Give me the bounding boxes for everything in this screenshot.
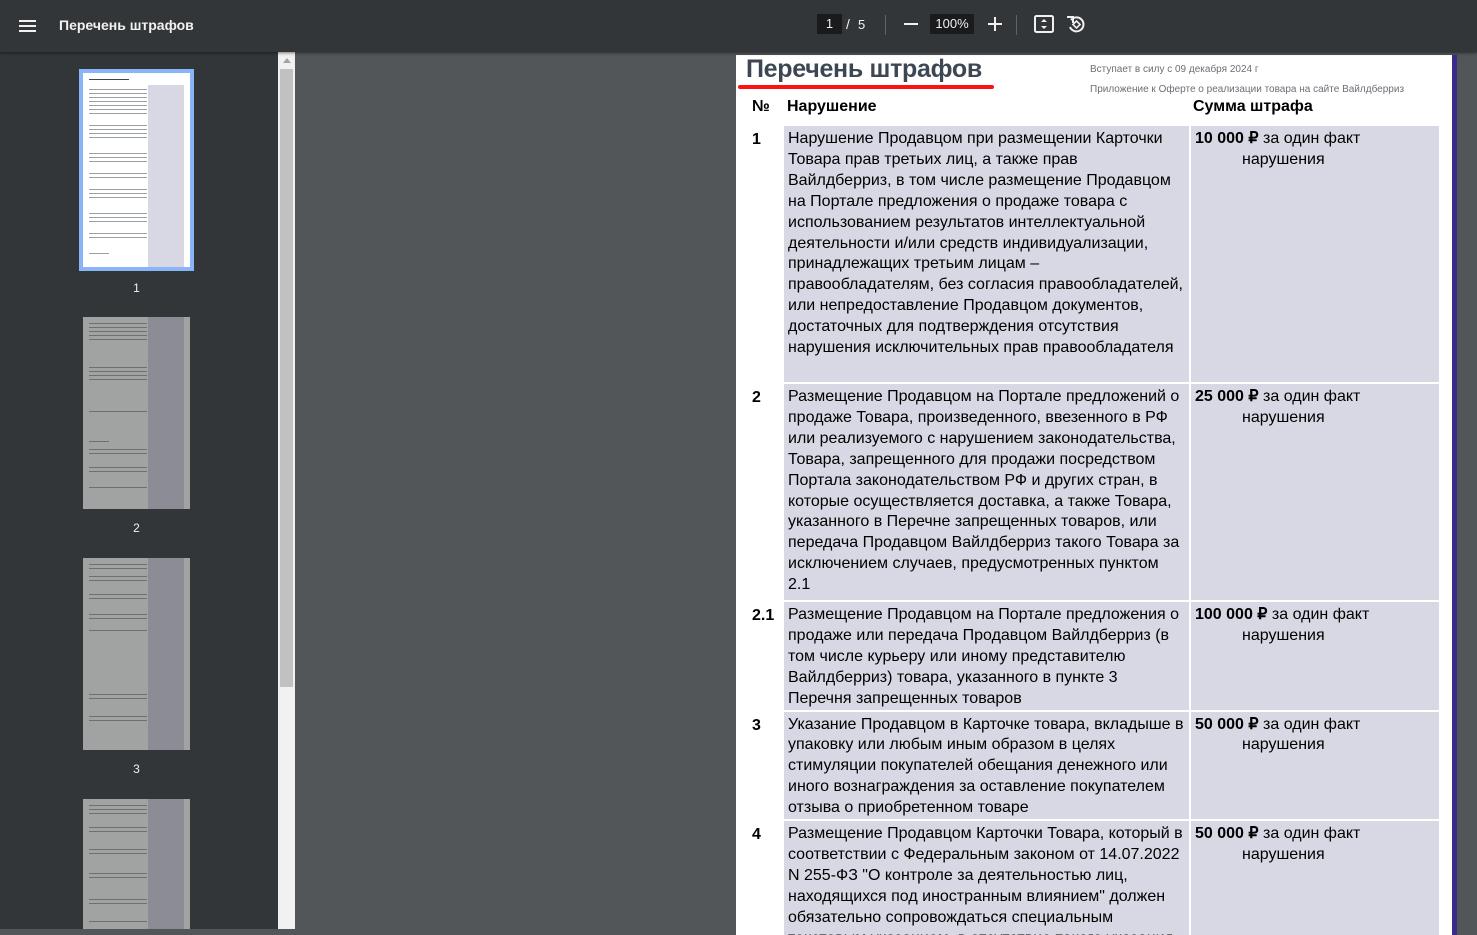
- row-amount-tail: за один факт: [1263, 825, 1361, 843]
- document-title: Перечень штрафов: [59, 17, 194, 33]
- row-amount-tail2: нарушения: [1242, 626, 1325, 644]
- page-separator: /: [846, 16, 850, 32]
- row-violation: Размещение Продавцом на Портале предложе…: [784, 384, 1189, 600]
- thumbnail-page-3[interactable]: 3: [83, 558, 190, 776]
- thumbnail-page-1[interactable]: 1: [79, 69, 194, 295]
- row-amount-tail: за один факт: [1263, 130, 1361, 147]
- row-violation: Указание Продавцом в Карточке товара, вк…: [784, 711, 1189, 820]
- document-page: Перечень штрафов Вступает в силу с 09 де…: [736, 55, 1454, 935]
- rotate-icon[interactable]: [1064, 12, 1088, 36]
- column-header-violation: Нарушение: [787, 98, 877, 115]
- sidebar-scrollbar[interactable]: [278, 52, 295, 929]
- row-amount-cell: 50 000 ₽ за один факт нарушения: [1189, 821, 1439, 935]
- row-amount-tail: за один факт: [1271, 606, 1370, 623]
- row-number: 4: [752, 826, 761, 844]
- row-amount-cell: 50 000 ₽ за один факт нарушения: [1189, 711, 1439, 820]
- table-row: 2.1 Размещение Продавцом на Портале пред…: [746, 602, 1439, 710]
- thumbnail-label: 3: [133, 762, 140, 776]
- thumbnail-image[interactable]: [83, 317, 190, 509]
- row-amount-tail2: нарушения: [1242, 845, 1325, 863]
- row-number: 2.1: [752, 607, 775, 624]
- table-row: 3 Указание Продавцом в Карточке товара, …: [746, 711, 1439, 820]
- row-number: 2: [752, 389, 761, 406]
- effective-date: Вступает в силу с 09 декабря 2024 г: [1090, 64, 1259, 75]
- page-number-input[interactable]: 1: [817, 14, 842, 34]
- page-edge: [1452, 55, 1457, 935]
- row-amount: 50 000 ₽: [1195, 825, 1259, 843]
- row-amount-tail2: нарушения: [1242, 736, 1325, 754]
- row-amount-tail: за один факт: [1263, 715, 1361, 733]
- table-row: 2 Размещение Продавцом на Портале предло…: [746, 384, 1439, 600]
- row-amount: 25 000 ₽: [1195, 388, 1259, 405]
- toolbar-divider: [885, 15, 886, 35]
- row-amount-tail2: нарушения: [1242, 150, 1325, 168]
- row-amount: 100 000 ₽: [1195, 606, 1268, 623]
- row-violation: Размещение Продавцом Карточки Товара, ко…: [784, 821, 1189, 935]
- zoom-out-icon[interactable]: [900, 12, 922, 34]
- appendix-note: Приложение к Оферте о реализации товара …: [1090, 84, 1405, 95]
- row-amount: 10 000 ₽: [1195, 130, 1259, 147]
- menu-icon[interactable]: [12, 11, 42, 41]
- page-total: 5: [858, 17, 866, 32]
- column-header-num: №: [752, 98, 770, 115]
- toolbar-divider: [1016, 15, 1017, 35]
- zoom-in-icon[interactable]: [984, 12, 1006, 34]
- row-violation: Размещение Продавцом на Портале предложе…: [784, 602, 1189, 710]
- table-row: 4 Размещение Продавцом Карточки Товара, …: [746, 821, 1439, 935]
- row-amount-cell: 25 000 ₽ за один факт нарушения: [1189, 384, 1439, 600]
- thumbnail-label: 1: [133, 281, 140, 295]
- toolbar: Перечень штрафов 1 / 5 100%: [0, 0, 1477, 52]
- row-number: 1: [752, 131, 761, 148]
- thumbnail-page-2[interactable]: 2: [83, 317, 190, 535]
- row-violation: Нарушение Продавцом при размещении Карто…: [784, 126, 1189, 382]
- heading-underline: [738, 85, 994, 89]
- thumbnail-image[interactable]: [83, 799, 190, 929]
- fines-table: 1 Нарушение Продавцом при размещении Кар…: [746, 124, 1439, 935]
- row-amount-cell: 10 000 ₽ за один факт нарушения: [1189, 126, 1439, 382]
- thumbnail-image[interactable]: [83, 558, 190, 750]
- thumbnail-image[interactable]: [79, 69, 194, 271]
- thumbnail-sidebar: 1 2 3: [0, 52, 278, 929]
- row-amount-cell: 100 000 ₽ за один факт нарушения: [1189, 602, 1439, 710]
- row-number: 3: [752, 716, 761, 734]
- row-amount-tail: за один факт: [1263, 388, 1361, 405]
- row-amount-tail2: нарушения: [1242, 408, 1325, 426]
- thumbnail-page-4[interactable]: 4: [83, 799, 190, 929]
- zoom-input[interactable]: 100%: [930, 14, 974, 34]
- document-heading: Перечень штрафов: [746, 55, 982, 83]
- column-header-amount: Сумма штрафа: [1193, 98, 1313, 115]
- row-amount: 50 000 ₽: [1195, 715, 1259, 733]
- scroll-up-icon[interactable]: [283, 58, 291, 63]
- thumbnail-label: 2: [133, 521, 140, 535]
- scrollbar-thumb[interactable]: [280, 69, 293, 687]
- fit-to-page-icon[interactable]: [1032, 12, 1056, 36]
- table-row: 1 Нарушение Продавцом при размещении Кар…: [746, 126, 1439, 382]
